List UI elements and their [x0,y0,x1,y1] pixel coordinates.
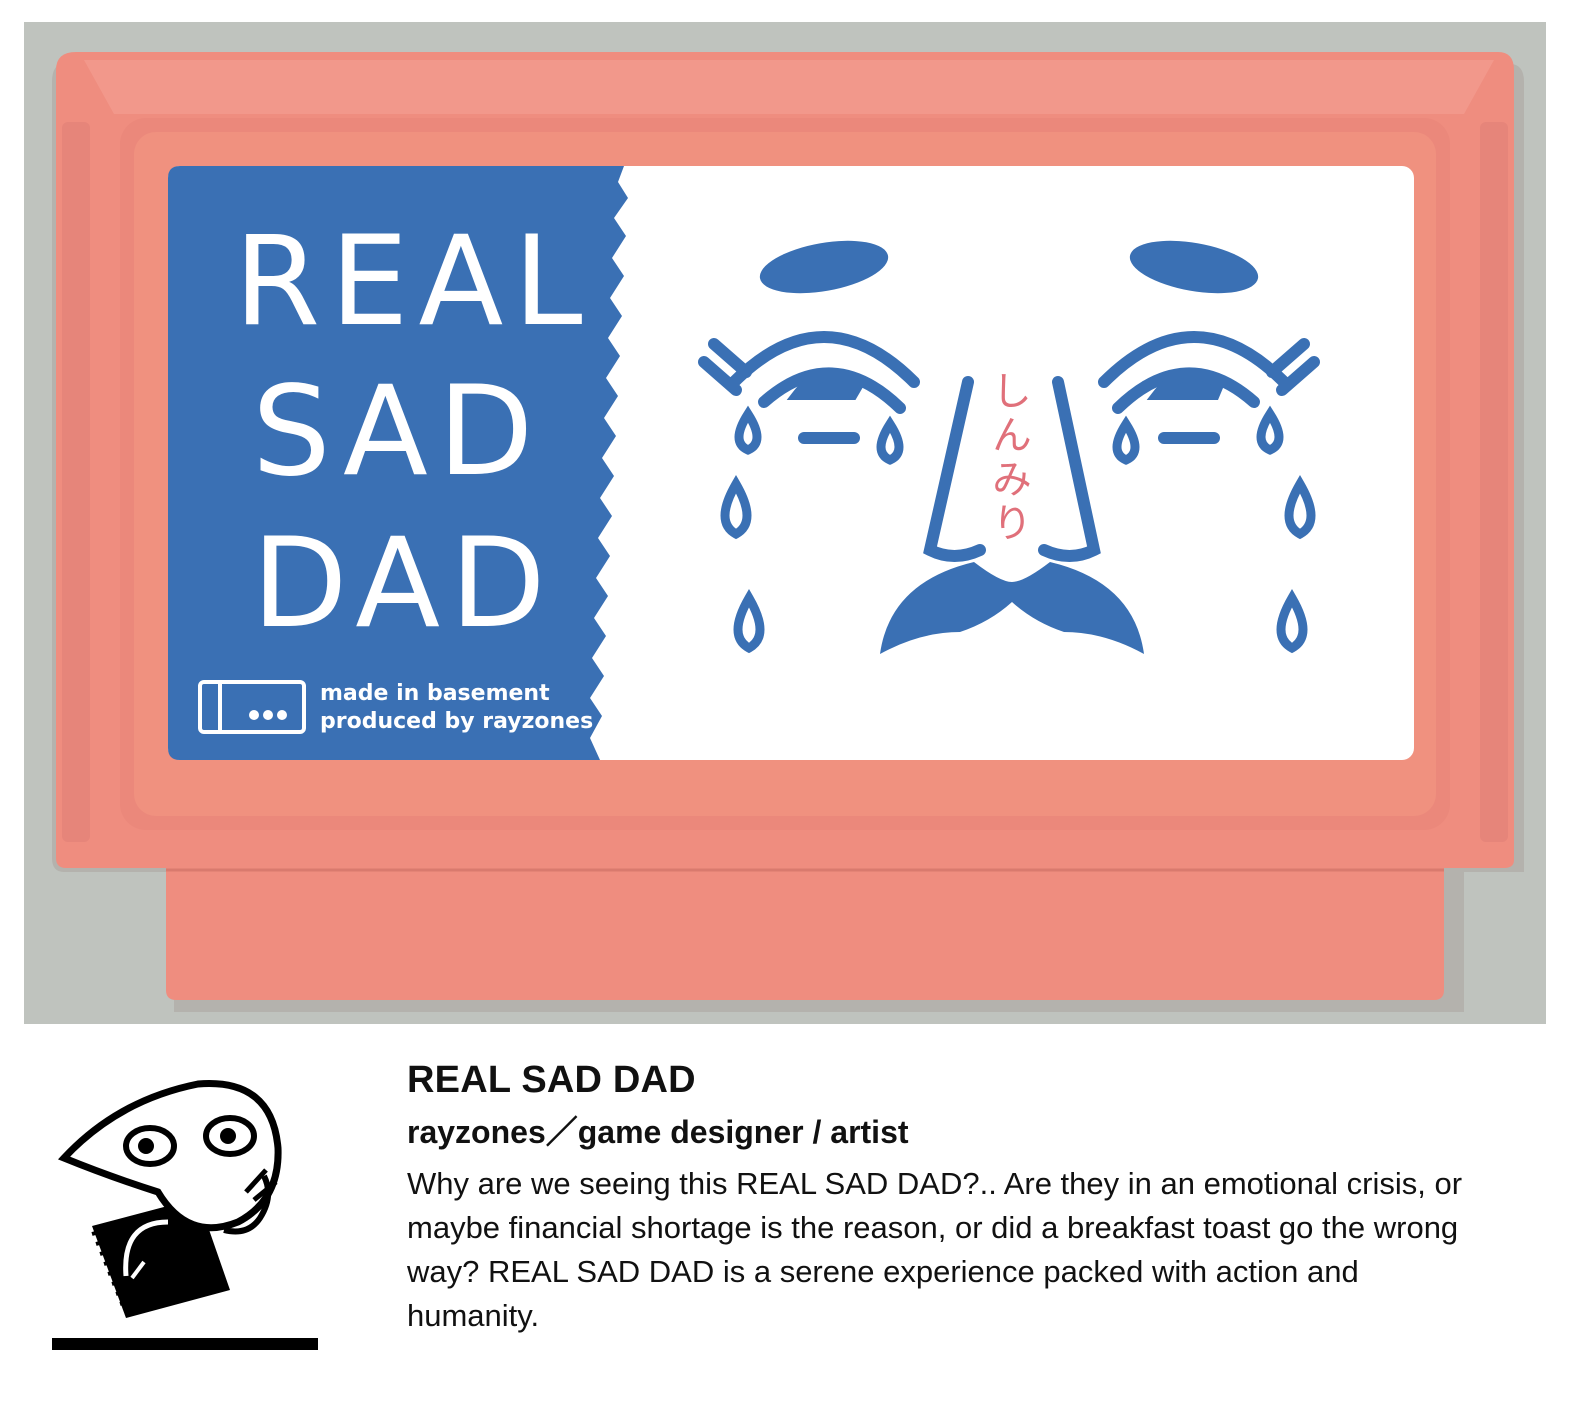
label-title-line-1: REAL [234,210,592,354]
label-title: REAL SAD DAD [234,210,592,656]
avatar-character-icon [52,1080,318,1350]
label-made-in: made in basement [320,681,550,706]
game-description: Why are we seeing this REAL SAD DAD?.. A… [407,1166,1463,1333]
game-title: REAL SAD DAD [407,1059,696,1101]
game-info: REAL SAD DAD rayzones／game designer / ar… [407,1058,1507,1338]
famicom-cartridge: REAL SAD DAD made in basement produced b… [24,22,1546,1024]
author-avatar [48,1072,324,1356]
game-credit: rayzones／game designer / artist [407,1114,909,1150]
label-title-line-2: SAD [252,360,543,504]
label-produced-by: produced by rayzones [320,709,593,734]
label-title-line-3: DAD [252,512,556,656]
label-japanese-text: しんみり [985,370,1031,546]
game-cover-image: REAL SAD DAD made in basement produced b… [24,22,1546,1024]
